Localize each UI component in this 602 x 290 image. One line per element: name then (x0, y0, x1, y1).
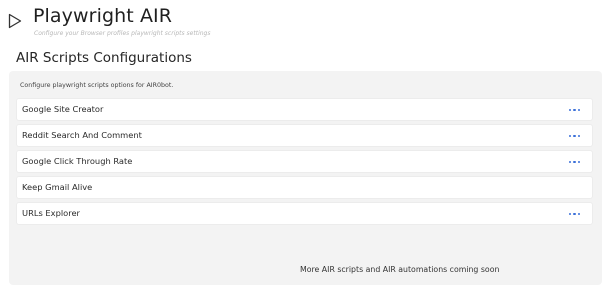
play-outline-icon (8, 13, 22, 29)
script-row-urls-explorer[interactable]: URLs Explorer (16, 202, 593, 225)
more-options-icon[interactable] (569, 132, 581, 140)
script-row-google-click-through-rate[interactable]: Google Click Through Rate (16, 150, 593, 173)
coming-soon-note: More AIR scripts and AIR automations com… (300, 265, 500, 274)
app-title: Playwright AIR (33, 5, 173, 27)
panel-description: Configure playwright scripts options for… (20, 82, 174, 89)
more-options-icon[interactable] (569, 106, 581, 114)
app-header: Playwright AIR Configure your Browser pr… (0, 0, 602, 42)
script-label: Google Site Creator (22, 104, 104, 114)
script-label: Google Click Through Rate (22, 156, 133, 166)
app-subtitle: Configure your Browser profiles playwrig… (34, 30, 211, 37)
script-row-google-site-creator[interactable]: Google Site Creator (16, 98, 593, 121)
script-label: Keep Gmail Alive (22, 182, 93, 192)
script-label: Reddit Search And Comment (22, 130, 142, 140)
script-row-reddit-search-and-comment[interactable]: Reddit Search And Comment (16, 124, 593, 147)
script-label: URLs Explorer (22, 208, 80, 218)
more-options-icon[interactable] (569, 158, 581, 166)
more-options-icon[interactable] (569, 210, 581, 218)
script-row-keep-gmail-alive[interactable]: Keep Gmail Alive (16, 176, 593, 199)
section-title: AIR Scripts Configurations (16, 50, 192, 66)
